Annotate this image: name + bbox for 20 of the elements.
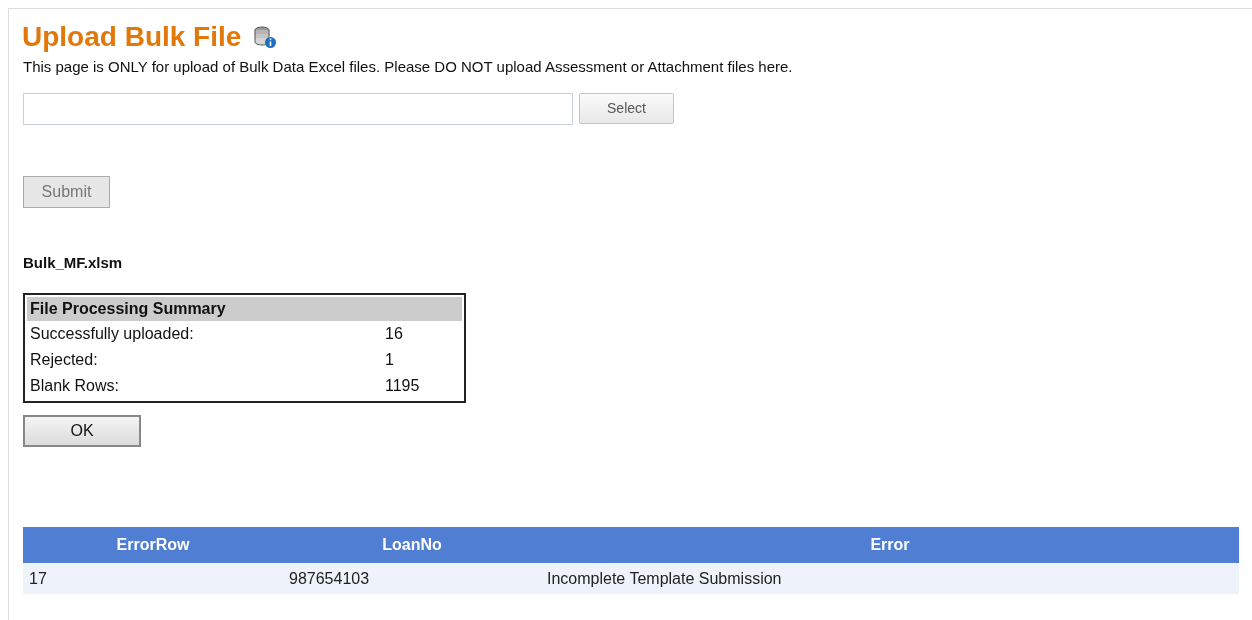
summary-title: File Processing Summary	[27, 297, 462, 321]
summary-value: 1	[385, 350, 394, 370]
page-title: Upload Bulk File	[22, 21, 242, 53]
notice-text: This page is ONLY for upload of Bulk Data Excel files. Please DO NOT upload Assessment or Attachment files here.	[23, 57, 794, 77]
ok-button[interactable]: OK	[23, 415, 141, 447]
file-name: Bulk_MF.xlsm	[23, 252, 124, 273]
column-header: ErrorRow	[115, 535, 191, 555]
summary-value: 16	[385, 324, 403, 344]
table-cell-text: 987654103	[288, 568, 371, 589]
select-button[interactable]: Select	[579, 93, 674, 124]
file-path-field[interactable]	[23, 92, 573, 125]
summary-value: 1195	[385, 376, 420, 396]
table-cell-text: Incomplete Template Submission	[546, 568, 783, 589]
column-header: LoanNo	[381, 535, 443, 555]
database-info-icon	[253, 25, 278, 49]
column-header: Error	[869, 535, 911, 555]
summary-label: Blank Rows:	[30, 376, 120, 396]
summary-label: Successfully uploaded:	[30, 324, 195, 344]
summary-label: Rejected:	[30, 350, 99, 370]
table-cell-text: 17	[28, 568, 48, 589]
